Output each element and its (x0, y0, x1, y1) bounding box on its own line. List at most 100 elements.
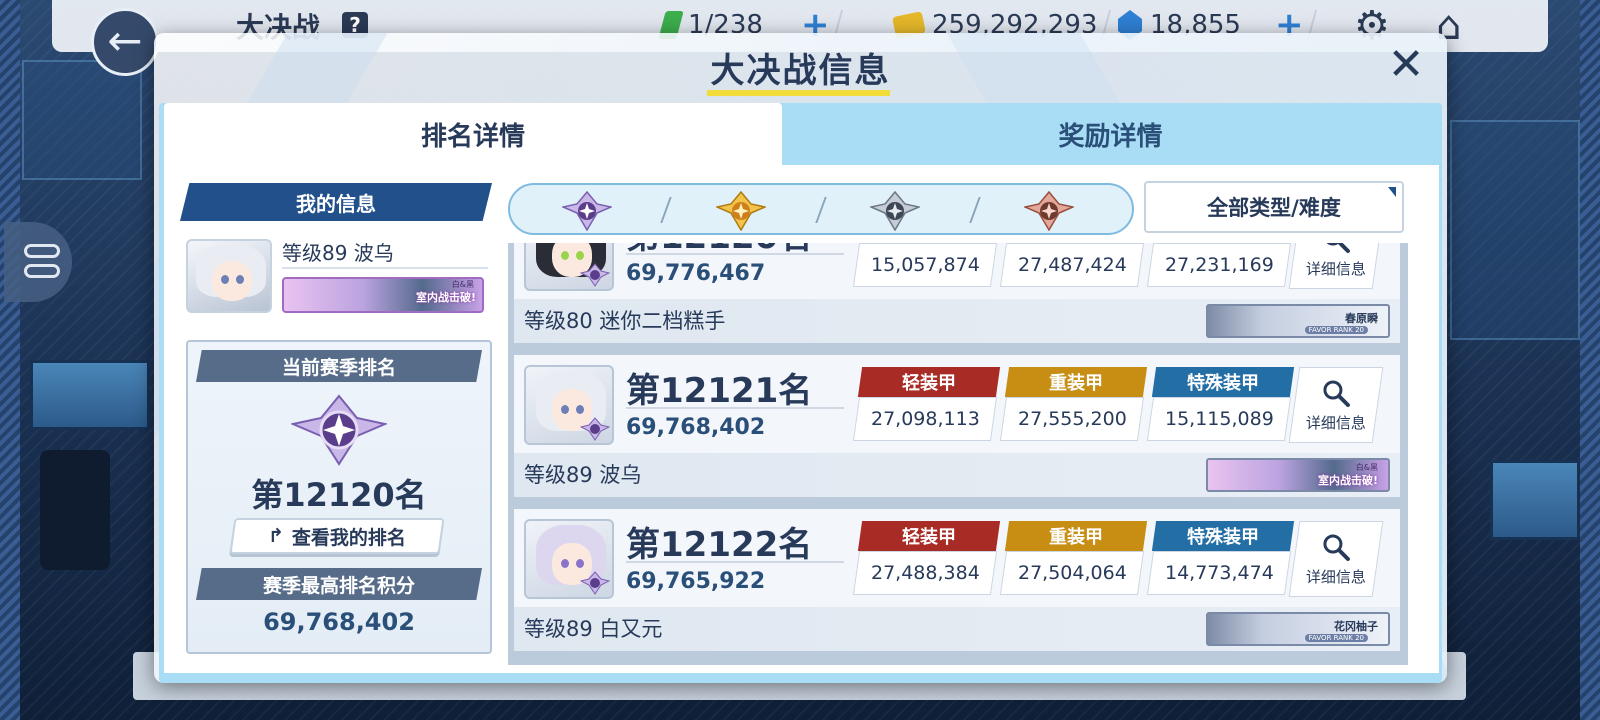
armor-value: 27,488,384 (870, 562, 980, 584)
bronze-tier-icon[interactable] (1024, 191, 1074, 231)
dropdown-label: 全部类型/难度 (1207, 196, 1341, 220)
entry-rank: 第12122名 (626, 525, 813, 565)
entry-player-row: 等级89 白又元 花冈柚子 FAVOR RANK 20 (514, 607, 1400, 651)
search-icon (1323, 380, 1350, 407)
heavy-armor-score: 重装甲 27,504,064 (999, 521, 1148, 597)
back-button[interactable]: ← (91, 8, 159, 76)
platinum-tier-icon[interactable] (562, 191, 612, 231)
special-armor-score: 特殊装甲 15,115,089 (1146, 367, 1295, 443)
view-my-rank-button[interactable]: ↱ 查看我的排名 (229, 518, 445, 554)
armor-value: 27,487,424 (1017, 254, 1127, 276)
my-level-name: 等级89 波乌 (282, 241, 394, 265)
divider (626, 253, 844, 255)
tab-ranking-details[interactable]: 排名详情 (164, 103, 782, 165)
heavy-armor-score: 重装甲 27,487,424 (999, 243, 1145, 289)
badge-text: 春原瞬 (1345, 312, 1378, 325)
entry-summary: 第12122名 69,765,922 轻装甲 27,488,384 重装甲 27… (514, 509, 1400, 607)
entry-rank: 第12120名 (626, 243, 812, 258)
divider (626, 561, 844, 563)
ranking-content: 我的信息 等级89 波乌 白&黑 室内战击破! 当前赛季排名 第12120名 ↱ (164, 165, 1439, 673)
detail-info-button[interactable]: 详细信息 (1288, 367, 1384, 443)
background-edge-left (0, 0, 20, 720)
ranking-list[interactable]: 第12120名 69,776,467 轻装甲 15,057,874 重装甲 27… (508, 243, 1408, 665)
platinum-rank-medal-icon (580, 571, 610, 595)
armor-value: 27,231,169 (1164, 254, 1274, 276)
armor-value: 15,115,089 (1164, 408, 1274, 430)
armor-label: 轻装甲 (902, 527, 956, 548)
platinum-rank-emblem-icon (291, 394, 387, 466)
entry-score: 69,768,402 (626, 415, 766, 440)
platinum-rank-medal-icon (580, 263, 610, 287)
special-armor-score: 特殊装甲 27,231,169 (1146, 243, 1292, 289)
armor-label: 重装甲 (1049, 373, 1103, 394)
season-rank-value: 第12120名 (251, 476, 427, 514)
avatar (524, 519, 614, 599)
heavy-armor-score: 重装甲 27,555,200 (999, 367, 1148, 443)
background-chair (40, 450, 110, 570)
badge-sub: FAVOR RANK 20 (1304, 634, 1368, 642)
season-rank-panel: 当前赛季排名 第12120名 ↱ 查看我的排名 赛季最高排名积分 69,768,… (186, 340, 492, 654)
search-icon (1323, 534, 1350, 561)
share-arrow-icon: ↱ (268, 525, 284, 547)
view-my-rank-label: 查看我的排名 (291, 526, 406, 549)
entry-level-name: 等级89 白又元 (524, 617, 663, 641)
tab-reward-details[interactable]: 奖励详情 (782, 103, 1439, 165)
divider (660, 197, 672, 223)
toggle-icon (24, 244, 60, 258)
type-difficulty-dropdown[interactable]: 全部类型/难度 (1144, 181, 1404, 233)
badge-text: 室内战击破! (415, 291, 476, 304)
title-underline (707, 90, 890, 96)
background-wall-panel (22, 60, 142, 180)
detail-info-button[interactable]: 详细信息 (1288, 521, 1384, 597)
raid-info-dialog: 大决战信息 ✕ 排名详情 奖励详情 我的信息 等级89 波乌 白&黑 室内战击破… (154, 33, 1447, 683)
entry-player-row: 等级89 波乌 白&黑 室内战击破! (514, 453, 1400, 497)
detail-info-label: 详细信息 (1305, 567, 1366, 586)
best-score-value: 69,768,402 (263, 608, 415, 636)
armor-label: 特殊装甲 (1187, 527, 1259, 548)
entry-level-name: 等级80 迷你二档糕手 (524, 309, 726, 333)
background-wall-panel (1450, 120, 1580, 340)
close-button[interactable]: ✕ (1384, 43, 1428, 89)
favor-badge: 春原瞬 FAVOR RANK 20 (1206, 304, 1390, 338)
detail-info-button[interactable]: 详细信息 (1288, 243, 1384, 289)
toggle-icon (24, 264, 60, 278)
divider (969, 197, 981, 223)
badge-sub: FAVOR RANK 20 (1304, 326, 1368, 334)
entry-score: 69,765,922 (626, 569, 766, 594)
ranking-entry[interactable]: 第12122名 69,765,922 轻装甲 27,488,384 重装甲 27… (514, 509, 1400, 657)
badge-text: 室内战击破! (1317, 474, 1378, 487)
armor-value: 14,773,474 (1164, 562, 1274, 584)
season-rank-header: 当前赛季排名 (196, 350, 482, 382)
favor-badge: 花冈柚子 FAVOR RANK 20 (1206, 612, 1390, 646)
special-armor-score: 特殊装甲 14,773,474 (1146, 521, 1295, 597)
dropdown-arrow-icon (1388, 187, 1396, 197)
dialog-title: 大决战信息 (710, 51, 891, 91)
avatar (186, 239, 272, 313)
dialog-body: 排名详情 奖励详情 我的信息 等级89 波乌 白&黑 室内战击破! 当前赛季排名 (159, 103, 1442, 683)
light-armor-score: 轻装甲 27,098,113 (852, 367, 1001, 443)
entry-summary: 第12121名 69,768,402 轻装甲 27,098,113 重装甲 27… (514, 355, 1400, 453)
background-edge-right (1580, 0, 1600, 720)
entry-level-name: 等级89 波乌 (524, 463, 642, 487)
divider (282, 267, 488, 269)
ranking-entry[interactable]: 第12121名 69,768,402 轻装甲 27,098,113 重装甲 27… (514, 355, 1400, 503)
search-icon (1323, 243, 1350, 253)
entry-summary: 第12120名 69,776,467 轻装甲 15,057,874 重装甲 27… (514, 243, 1400, 299)
badge-text: 花冈柚子 (1334, 620, 1378, 633)
entry-rank: 第12121名 (626, 371, 813, 411)
gold-tier-icon[interactable] (716, 191, 766, 231)
my-info-header: 我的信息 (180, 183, 492, 221)
detail-info-label: 详细信息 (1305, 259, 1366, 278)
divider (626, 407, 844, 409)
armor-label: 特殊装甲 (1187, 373, 1259, 394)
divider (815, 197, 827, 223)
armor-value: 27,555,200 (1017, 408, 1127, 430)
armor-value: 27,504,064 (1017, 562, 1127, 584)
tier-filter-bar (508, 183, 1134, 235)
entry-score: 69,776,467 (626, 261, 766, 286)
entry-player-row: 等级80 迷你二档糕手 春原瞬 FAVOR RANK 20 (514, 299, 1400, 343)
silver-tier-icon[interactable] (870, 191, 920, 231)
ranking-entry[interactable]: 第12120名 69,776,467 轻装甲 15,057,874 重装甲 27… (514, 243, 1400, 349)
armor-value: 27,098,113 (870, 408, 980, 430)
platinum-rank-medal-icon (580, 417, 610, 441)
